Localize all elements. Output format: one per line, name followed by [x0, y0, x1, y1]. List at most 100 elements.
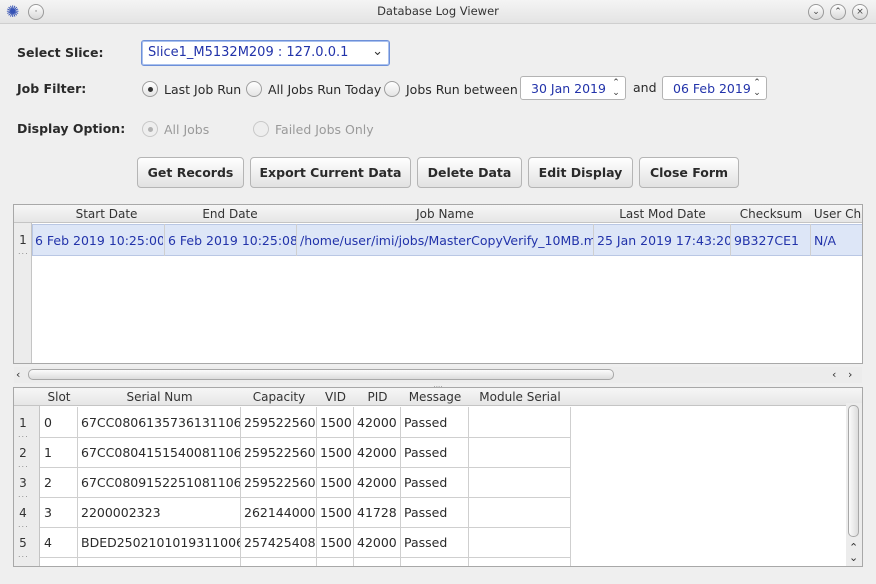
row-divider [40, 527, 571, 528]
column-header-capacity[interactable]: Capacity [241, 390, 317, 404]
column-header-pid[interactable]: PID [354, 390, 401, 404]
radio-failed-jobs-only[interactable]: Failed Jobs Only [253, 119, 374, 139]
date-from-spinner[interactable]: 30 Jan 2019 ⌃ ⌄ [520, 76, 626, 100]
cell-slot[interactable]: 3 [41, 505, 77, 520]
cell-capacity[interactable]: 259522560 [241, 415, 316, 430]
minimize-button[interactable]: ⌄ [808, 4, 824, 20]
row-resize-handle[interactable]: ... [18, 490, 29, 499]
cell-capacity[interactable]: 257425408 [241, 535, 316, 550]
edit-display-button[interactable]: Edit Display [528, 157, 633, 188]
cell-serial-num[interactable]: 67CC0804151540081106 [78, 445, 240, 460]
cell-serial-num[interactable]: 67CC0806135736131106 [78, 415, 240, 430]
cell-message[interactable]: Passed [401, 505, 468, 520]
cell-slot[interactable]: 0 [41, 415, 77, 430]
cell-capacity[interactable]: 262144000 [241, 505, 316, 520]
row-header-column [14, 205, 32, 363]
cell-slot[interactable]: 4 [41, 535, 77, 550]
radio-all-jobs-today[interactable]: All Jobs Run Today [246, 79, 381, 99]
cell-pid[interactable]: 42000 [354, 535, 400, 550]
slice-select[interactable]: Slice1_M5132M209 : 127.0.0.1 ⌄ [141, 40, 390, 66]
row-resize-handle[interactable]: ... [18, 520, 29, 529]
row-resize-handle[interactable]: ... [18, 430, 29, 439]
row-number: 1 [19, 233, 27, 247]
close-window-button[interactable]: × [852, 4, 868, 20]
jobs-table[interactable]: Start Date End Date Job Name Last Mod Da… [13, 204, 863, 364]
slice-select-value: Slice1_M5132M209 : 127.0.0.1 [148, 45, 349, 60]
radio-unselected-icon [253, 121, 269, 137]
chevron-down-icon[interactable]: ⌄ [849, 551, 858, 564]
cell-slot[interactable]: 2 [41, 475, 77, 490]
cell-vid[interactable]: 1500 [317, 445, 353, 460]
export-current-data-button[interactable]: Export Current Data [250, 157, 411, 188]
chevron-left-icon[interactable]: ‹ [832, 368, 836, 381]
spinner-arrows-icon[interactable]: ⌃ ⌄ [751, 78, 763, 98]
column-header-checksum[interactable]: Checksum [731, 207, 811, 221]
cell-serial-num[interactable]: BDED2502101019311006 [78, 535, 240, 550]
cell-slot[interactable]: 1 [41, 445, 77, 460]
maximize-button[interactable]: ⌃ [830, 4, 846, 20]
date-from-value: 30 Jan 2019 [531, 81, 606, 96]
column-header-message[interactable]: Message [401, 390, 469, 404]
radio-jobs-between[interactable]: Jobs Run between [384, 79, 518, 99]
column-header-job-name[interactable]: Job Name [297, 207, 593, 221]
chevron-right-icon[interactable]: › [848, 368, 852, 381]
column-divider [730, 224, 731, 256]
column-header-start-date[interactable]: Start Date [32, 207, 181, 221]
column-header-last-mod-date[interactable]: Last Mod Date [594, 207, 731, 221]
date-and-label: and [633, 80, 657, 95]
column-header-module-serial[interactable]: Module Serial [469, 390, 571, 404]
scrollbar-thumb[interactable] [28, 369, 614, 380]
cell-vid[interactable]: 1500 [317, 475, 353, 490]
cell-pid[interactable]: 42000 [354, 415, 400, 430]
cell-vid[interactable]: 1500 [317, 535, 353, 550]
radio-all-jobs[interactable]: All Jobs [142, 119, 209, 139]
cell-capacity[interactable]: 259522560 [241, 475, 316, 490]
column-header-vid[interactable]: VID [317, 390, 354, 404]
column-divider [593, 224, 594, 256]
title-bar: ✺ · Database Log Viewer ⌄ ⌃ × [0, 0, 876, 24]
cell-vid[interactable]: 1500 [317, 415, 353, 430]
column-header-serial-num[interactable]: Serial Num [78, 390, 241, 404]
spinner-arrows-icon[interactable]: ⌃ ⌄ [610, 78, 622, 98]
cell-message[interactable]: Passed [401, 535, 468, 550]
cell-message[interactable]: Passed [401, 415, 468, 430]
cell-checksum[interactable]: 9B327CE1 [731, 233, 811, 248]
cell-message[interactable]: Passed [401, 475, 468, 490]
row-resize-handle[interactable]: ... [18, 550, 29, 559]
row-resize-handle[interactable]: ... [18, 247, 29, 256]
cell-user-ch[interactable]: N/A [811, 233, 862, 248]
row-divider [40, 437, 571, 438]
cell-vid[interactable]: 1500 [317, 505, 353, 520]
chevron-left-icon[interactable]: ‹ [16, 368, 20, 381]
cell-serial-num[interactable]: 67CC0809152251081106 [78, 475, 240, 490]
radio-last-job-run[interactable]: Last Job Run [142, 79, 241, 99]
date-to-value: 06 Feb 2019 [673, 81, 751, 96]
slots-table[interactable]: Slot Serial Num Capacity VID PID Message… [13, 387, 863, 567]
radio-label: All Jobs Run Today [268, 81, 382, 97]
row-number: 5 [19, 536, 27, 550]
close-form-button[interactable]: Close Form [639, 157, 739, 188]
cell-pid[interactable]: 41728 [354, 505, 400, 520]
slots-vertical-scrollbar[interactable]: ⌃ ⌄ [846, 403, 862, 566]
row-divider [40, 557, 571, 558]
column-header-user-ch[interactable]: User Ch [811, 207, 862, 221]
cell-pid[interactable]: 42000 [354, 445, 400, 460]
delete-data-button[interactable]: Delete Data [417, 157, 522, 188]
cell-start-date[interactable]: 6 Feb 2019 10:25:00 [32, 233, 163, 248]
slots-table-header: Slot Serial Num Capacity VID PID Message… [14, 388, 862, 406]
column-header-slot[interactable]: Slot [41, 390, 77, 404]
cell-message[interactable]: Passed [401, 445, 468, 460]
column-divider [296, 224, 297, 256]
cell-serial-num[interactable]: 2200002323 [78, 505, 240, 520]
get-records-button[interactable]: Get Records [137, 157, 244, 188]
row-resize-handle[interactable]: ... [18, 460, 29, 469]
cell-end-date[interactable]: 6 Feb 2019 10:25:08 [165, 233, 297, 248]
date-to-spinner[interactable]: 06 Feb 2019 ⌃ ⌄ [662, 76, 767, 100]
jobs-table-header: Start Date End Date Job Name Last Mod Da… [14, 205, 862, 223]
cell-pid[interactable]: 42000 [354, 475, 400, 490]
column-header-end-date[interactable]: End Date [165, 207, 295, 221]
cell-last-mod-date[interactable]: 25 Jan 2019 17:43:20 [594, 233, 731, 248]
scrollbar-thumb[interactable] [848, 405, 859, 537]
cell-job-name[interactable]: /home/user/imi/jobs/MasterCopyVerify_10M… [297, 233, 594, 248]
cell-capacity[interactable]: 259522560 [241, 445, 316, 460]
